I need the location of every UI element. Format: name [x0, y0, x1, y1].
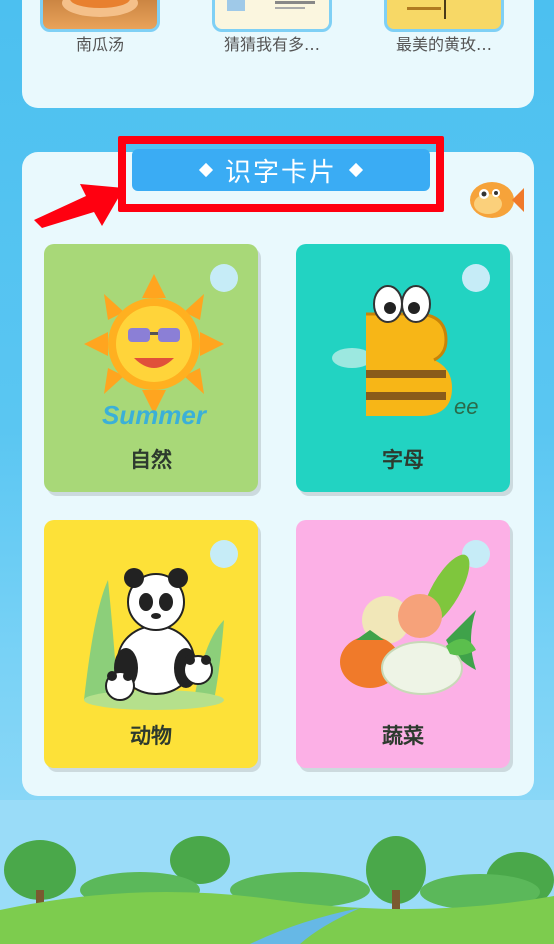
- story-thumbnail: [212, 0, 332, 32]
- story-thumbnail: [40, 0, 160, 32]
- card-label: 自然: [130, 448, 172, 472]
- card-nature[interactable]: Summer 自然: [44, 244, 258, 492]
- card-animals[interactable]: 动物: [44, 520, 258, 768]
- card-vegetables[interactable]: 蔬菜: [296, 520, 510, 768]
- card-letters[interactable]: ee 字母: [296, 244, 510, 492]
- highlight-box: 识字卡片: [118, 136, 444, 212]
- story-title: 猜猜我有多…: [223, 35, 320, 54]
- card-label: 动物: [130, 724, 172, 748]
- story-title: 南瓜汤: [75, 35, 124, 54]
- red-arrow-icon: [34, 184, 124, 228]
- svg-text:Summer: Summer: [102, 400, 208, 430]
- diamond-icon: [198, 162, 214, 178]
- card-label: 字母: [382, 448, 424, 472]
- story-panel: 南瓜汤 猜猜我有多… 最美的黄玫…: [22, 0, 534, 108]
- panda-illustration-icon: [84, 568, 224, 710]
- card-label: 蔬菜: [382, 724, 424, 748]
- section-title-button[interactable]: 识字卡片: [132, 149, 430, 191]
- diamond-icon: [348, 162, 364, 178]
- svg-text:ee: ee: [454, 394, 478, 419]
- section-title: 识字卡片: [224, 157, 337, 188]
- sun-illustration-icon: Summer: [84, 274, 224, 430]
- story-thumbnail: [384, 0, 504, 32]
- fish-mascot-icon: [470, 182, 524, 218]
- landscape-background: [0, 800, 554, 944]
- letter-b-illustration-icon: ee: [332, 285, 478, 419]
- vegetables-illustration-icon: [340, 554, 476, 695]
- story-title: 最美的黄玫…: [395, 35, 492, 54]
